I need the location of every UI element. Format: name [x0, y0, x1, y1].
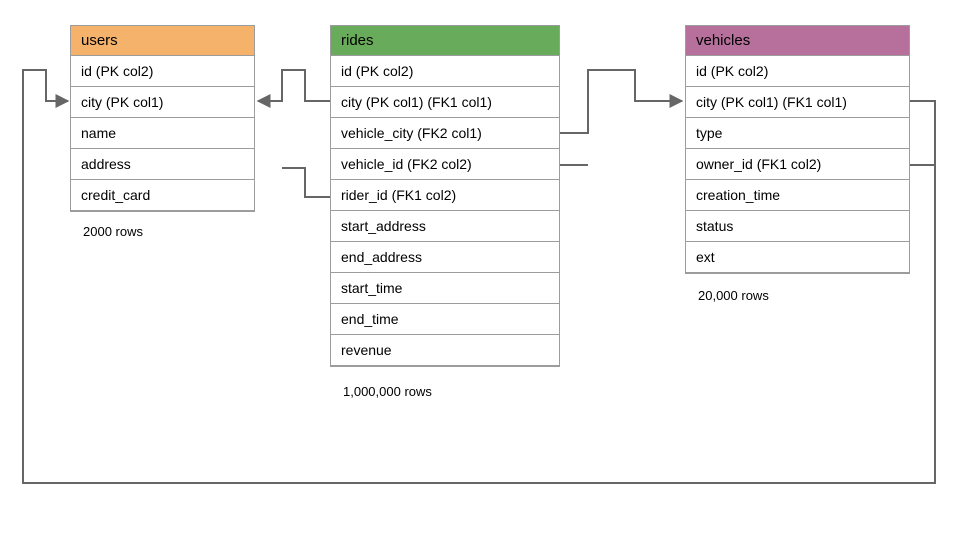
table-row: type [686, 118, 909, 149]
row-count-vehicles: 20,000 rows [698, 288, 769, 303]
table-rides: rides id (PK col2) city (PK col1) (FK1 c… [330, 25, 560, 367]
table-row: id (PK col2) [71, 56, 254, 87]
table-row: city (PK col1) [71, 87, 254, 118]
table-users: users id (PK col2) city (PK col1) name a… [70, 25, 255, 212]
table-row: start_address [331, 211, 559, 242]
table-row: creation_time [686, 180, 909, 211]
table-row: id (PK col2) [686, 56, 909, 87]
table-row: city (PK col1) (FK1 col1) [331, 87, 559, 118]
table-row: vehicle_city (FK2 col1) [331, 118, 559, 149]
table-row: id (PK col2) [331, 56, 559, 87]
row-count-users: 2000 rows [83, 224, 143, 239]
table-row: ext [686, 242, 909, 273]
table-row: owner_id (FK1 col2) [686, 149, 909, 180]
table-vehicles: vehicles id (PK col2) city (PK col1) (FK… [685, 25, 910, 274]
table-row: end_time [331, 304, 559, 335]
table-row: credit_card [71, 180, 254, 211]
table-row: vehicle_id (FK2 col2) [331, 149, 559, 180]
table-users-title: users [71, 26, 254, 56]
table-row: rider_id (FK1 col2) [331, 180, 559, 211]
table-row: end_address [331, 242, 559, 273]
table-row: status [686, 211, 909, 242]
table-row: revenue [331, 335, 559, 366]
table-vehicles-title: vehicles [686, 26, 909, 56]
table-row: address [71, 149, 254, 180]
table-rides-title: rides [331, 26, 559, 56]
table-row: city (PK col1) (FK1 col1) [686, 87, 909, 118]
row-count-rides: 1,000,000 rows [343, 384, 432, 399]
table-row: name [71, 118, 254, 149]
table-row: start_time [331, 273, 559, 304]
